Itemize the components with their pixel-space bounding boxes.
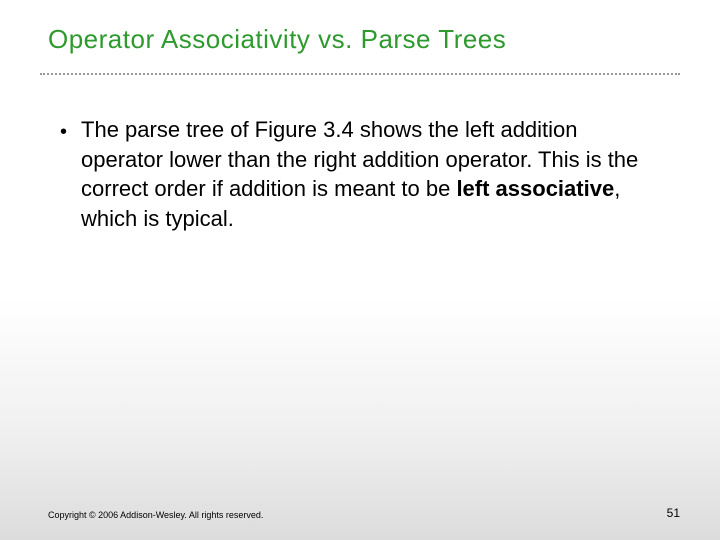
bullet-text: The parse tree of Figure 3.4 shows the l… [81, 115, 660, 234]
copyright-text: Copyright © 2006 Addison-Wesley. All rig… [48, 510, 263, 520]
page-number: 51 [667, 506, 680, 520]
bullet-marker: • [60, 118, 67, 146]
footer: Copyright © 2006 Addison-Wesley. All rig… [48, 506, 680, 520]
slide-title: Operator Associativity vs. Parse Trees [0, 0, 720, 55]
bullet-item: • The parse tree of Figure 3.4 shows the… [60, 115, 660, 234]
content-area: • The parse tree of Figure 3.4 shows the… [0, 75, 720, 234]
bold-text: left associative [456, 176, 614, 201]
